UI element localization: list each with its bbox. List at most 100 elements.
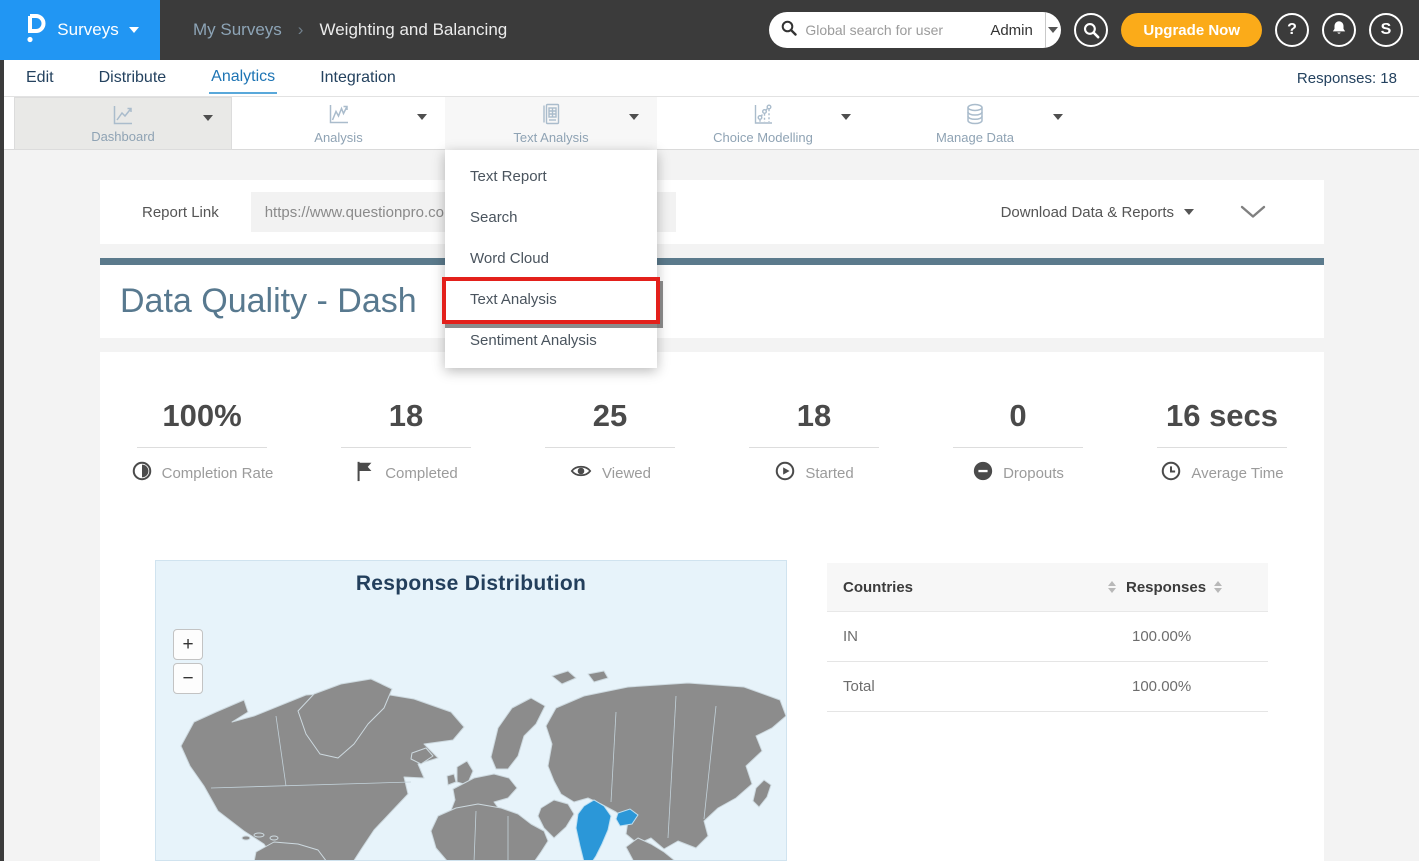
survey-nav: Edit Distribute Analytics Integration Re…	[0, 60, 1419, 97]
toolbar-text-analysis[interactable]: Text Analysis	[445, 97, 657, 150]
chevron-down-icon	[129, 27, 139, 33]
table-row: IN 100.00%	[827, 612, 1268, 662]
sort-responses-icon[interactable]	[1214, 581, 1222, 593]
download-data-reports-label: Download Data & Reports	[1001, 204, 1174, 221]
line-chart-icon	[15, 102, 231, 128]
stat-started: 18 Started	[712, 398, 916, 487]
search-scope-label[interactable]: Admin	[986, 22, 1045, 39]
product-label: Surveys	[57, 20, 118, 40]
chevron-down-icon[interactable]	[841, 120, 851, 138]
toolbar-label: Dashboard	[15, 129, 231, 144]
nav-tab-integration[interactable]: Integration	[318, 63, 398, 93]
scatter-chart-icon	[657, 101, 869, 127]
window-edge	[0, 60, 4, 861]
stat-value: 16 secs	[1120, 398, 1324, 434]
responses-count: Responses: 18	[1297, 70, 1397, 87]
dashboard-panel: 100% Completion Rate 18 Completed	[100, 352, 1324, 861]
notifications-button[interactable]	[1322, 13, 1356, 47]
play-circle-icon	[774, 460, 796, 487]
toolbar-label: Analysis	[232, 130, 445, 145]
map-title: Response Distribution	[156, 572, 786, 596]
world-map[interactable]	[156, 616, 787, 861]
menu-item-text-report[interactable]: Text Report	[445, 156, 657, 197]
stat-label: Started	[805, 465, 853, 482]
stat-label: Completion Rate	[162, 465, 274, 482]
menu-item-search[interactable]: Search	[445, 197, 657, 238]
toolbar-label: Choice Modelling	[657, 130, 869, 145]
chevron-down-icon[interactable]	[1053, 120, 1063, 138]
avatar[interactable]: S	[1369, 13, 1403, 47]
nav-tab-distribute[interactable]: Distribute	[97, 63, 169, 93]
page-title-panel: Data Quality - Dash	[100, 265, 1324, 338]
chevron-down-icon[interactable]	[417, 120, 427, 138]
country-cell: IN	[843, 628, 1108, 645]
toolbar-label: Manage Data	[869, 130, 1081, 145]
toolbar-manage-data[interactable]: Manage Data	[869, 97, 1081, 150]
sort-countries-icon[interactable]	[1108, 581, 1116, 593]
chevron-down-icon	[1184, 209, 1194, 215]
countries-table-header: Countries Responses	[827, 563, 1268, 612]
responses-cell: 100.00%	[1108, 678, 1256, 695]
nav-tab-edit[interactable]: Edit	[24, 63, 56, 93]
global-search-input[interactable]	[805, 22, 986, 38]
help-button[interactable]: ?	[1275, 13, 1309, 47]
stat-value: 0	[916, 398, 1120, 434]
stat-value: 25	[508, 398, 712, 434]
header-actions: Admin Upgrade Now ? S	[769, 12, 1419, 48]
toolbar-choice-modelling[interactable]: Choice Modelling	[657, 97, 869, 150]
toolbar-dashboard[interactable]: Dashboard	[14, 97, 232, 150]
menu-item-word-cloud[interactable]: Word Cloud	[445, 238, 657, 279]
global-search-bar: Admin	[769, 12, 1061, 48]
countries-table: Countries Responses IN 100.00% Total 100…	[827, 563, 1268, 712]
column-header-responses[interactable]: Responses	[1126, 579, 1206, 596]
breadcrumb-my-surveys[interactable]: My Surveys	[193, 20, 282, 40]
stat-value: 18	[304, 398, 508, 434]
stat-viewed: 25 Viewed	[508, 398, 712, 487]
report-link-bar: Report Link Download Data & Reports	[100, 180, 1324, 244]
app-window: Surveys My Surveys › Weighting and Balan…	[0, 0, 1419, 861]
menu-item-sentiment-analysis[interactable]: Sentiment Analysis	[445, 320, 657, 361]
breadcrumb: My Surveys › Weighting and Balancing	[193, 20, 507, 40]
menu-item-text-analysis[interactable]: Text Analysis	[445, 279, 657, 320]
analytics-toolbar: Dashboard Analysis Text Analysis Choice …	[0, 97, 1419, 150]
search-button[interactable]	[1074, 13, 1108, 47]
search-scope-dropdown[interactable]	[1045, 12, 1061, 48]
database-icon	[869, 101, 1081, 127]
collapse-section-chevron[interactable]	[1240, 205, 1266, 219]
section-accent-bar	[100, 258, 1324, 265]
flag-icon	[354, 460, 376, 487]
response-distribution-map: Response Distribution + −	[155, 560, 787, 861]
breadcrumb-separator-icon: ›	[298, 20, 304, 40]
toolbar-analysis[interactable]: Analysis	[232, 97, 445, 150]
search-icon	[781, 20, 797, 41]
country-cell: Total	[843, 678, 1108, 695]
avatar-letter: S	[1381, 21, 1392, 39]
chevron-down-icon[interactable]	[203, 121, 213, 139]
bell-icon	[1330, 19, 1348, 42]
clock-icon	[1160, 460, 1182, 487]
chevron-down-icon	[1048, 27, 1058, 33]
map-landmass	[181, 671, 786, 861]
stat-label: Average Time	[1191, 465, 1283, 482]
stat-completed: 18 Completed	[304, 398, 508, 487]
table-row: Total 100.00%	[827, 662, 1268, 712]
nav-tab-analytics[interactable]: Analytics	[209, 62, 277, 94]
surveys-menu-button[interactable]: Surveys	[0, 0, 160, 60]
stat-label: Dropouts	[1003, 465, 1064, 482]
questionpro-logo-icon	[21, 13, 47, 48]
stat-average-time: 16 secs Average Time	[1120, 398, 1324, 487]
page-title: Data Quality - Dash	[120, 282, 417, 321]
report-link-label: Report Link	[142, 204, 219, 221]
stat-value: 18	[712, 398, 916, 434]
stat-label: Completed	[385, 465, 458, 482]
top-header: Surveys My Surveys › Weighting and Balan…	[0, 0, 1419, 60]
upgrade-now-button[interactable]: Upgrade Now	[1121, 13, 1262, 47]
breadcrumb-current-survey: Weighting and Balancing	[319, 20, 507, 40]
chevron-down-icon[interactable]	[629, 120, 639, 138]
stat-value: 100%	[100, 398, 304, 434]
text-analysis-menu: Text Report Search Word Cloud Text Analy…	[445, 150, 657, 368]
download-data-reports-dropdown[interactable]: Download Data & Reports	[1001, 204, 1194, 221]
contrast-icon	[131, 460, 153, 487]
column-header-countries[interactable]: Countries	[843, 579, 1108, 596]
stat-dropouts: 0 Dropouts	[916, 398, 1120, 487]
